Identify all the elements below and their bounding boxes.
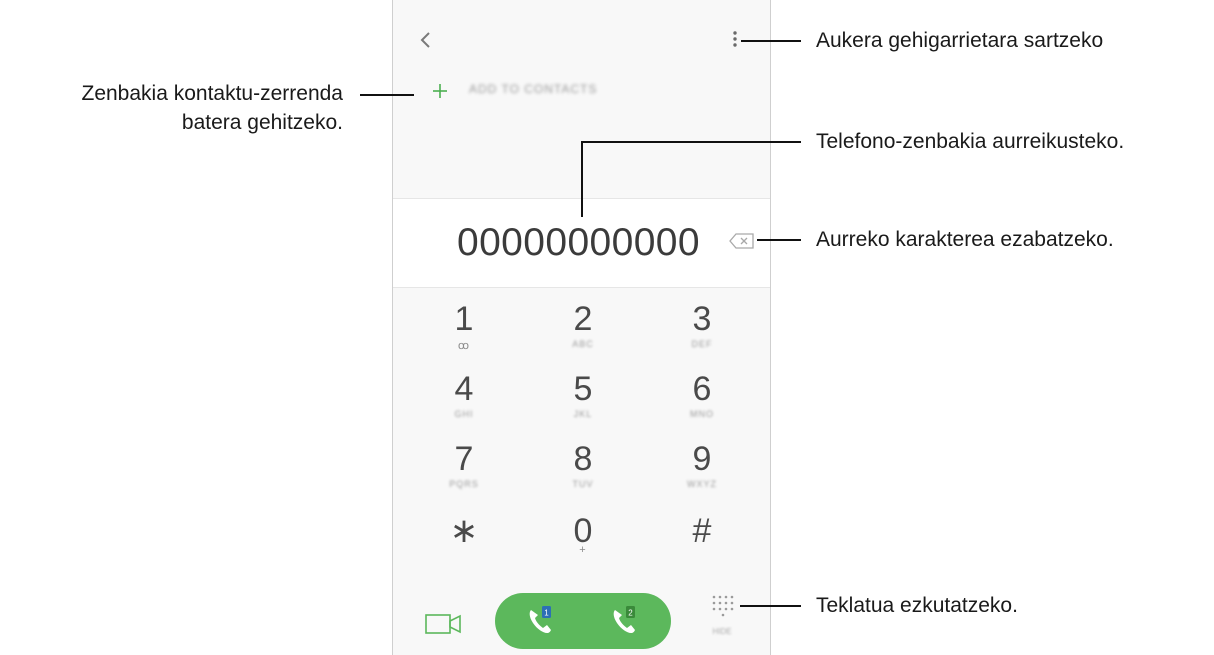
callout-preview-number: Telefono-zenbakia aurreikusteko. [816, 130, 1125, 153]
preview-number-leader-h [581, 141, 801, 143]
key-hash[interactable]: # [647, 498, 757, 564]
key-letters: ABC [572, 339, 594, 349]
plus-icon [433, 84, 447, 98]
add-to-contacts-button[interactable] [427, 78, 453, 104]
callout-more-options: Aukera gehigarrietara sartzeko [816, 29, 1104, 52]
key-8[interactable]: 8 TUV [528, 426, 638, 492]
hide-keypad-button[interactable]: HIDE [707, 592, 737, 648]
video-camera-icon [425, 614, 461, 634]
backspace-button[interactable] [729, 232, 755, 250]
keypad-grid-icon [712, 595, 734, 617]
key-digit: 7 [454, 440, 474, 478]
key-star[interactable]: ∗ [409, 498, 519, 564]
key-digit: 9 [692, 440, 712, 478]
key-digit: 6 [692, 370, 712, 408]
key-letters: MNO [690, 409, 714, 419]
video-call-button[interactable] [423, 610, 467, 640]
add-contact-leader [360, 94, 414, 96]
back-arrow-icon [420, 32, 430, 48]
key-letters: + [579, 544, 587, 556]
key-digit: 8 [573, 440, 593, 478]
voicemail-icon: ꝏ [457, 340, 471, 352]
key-letters: TUV [572, 479, 594, 489]
key-digit: 2 [573, 300, 593, 338]
key-7[interactable]: 7 PQRS [409, 426, 519, 492]
hide-keypad-leader [740, 605, 801, 607]
key-digit: # [692, 512, 712, 550]
callout-add-contact-line2: batera gehitzeko. [181, 111, 343, 134]
phone-icon: 2 [613, 606, 635, 633]
call-sim1-button[interactable]: 1 [523, 603, 559, 639]
back-button[interactable] [415, 26, 439, 54]
preview-number-leader-v [581, 141, 583, 217]
key-letters: JKL [573, 409, 593, 419]
key-digit: 1 [454, 300, 474, 338]
call-buttons-group: 1 2 [495, 593, 671, 649]
key-0[interactable]: 0 + [528, 498, 638, 564]
sim1-badge: 1 [544, 609, 549, 618]
phone-number: 00000000000 [457, 221, 700, 264]
key-2[interactable]: 2 ABC [528, 286, 638, 352]
key-5[interactable]: 5 JKL [528, 356, 638, 422]
call-bar: 1 2 HIDE [393, 580, 770, 655]
key-9[interactable]: 9 WXYZ [647, 426, 757, 492]
key-letters: GHI [454, 409, 474, 419]
more-options-leader [741, 40, 801, 42]
callout-add-contact-line1: Zenbakia kontaktu-zerrenda [81, 82, 344, 105]
key-3[interactable]: 3 DEF [647, 286, 757, 352]
callout-hide-keypad: Teklatua ezkutatzeko. [816, 594, 1018, 617]
delete-char-leader [757, 239, 801, 241]
key-digit: 5 [573, 370, 593, 408]
key-digit: 4 [454, 370, 474, 408]
callout-delete-char: Aurreko karakterea ezabatzeko. [816, 228, 1114, 251]
phone-screen: ADD TO CONTACTS 00000000000 1ꝏ 2 ABC 3 DEF… [392, 0, 771, 655]
key-digit: ∗ [449, 512, 479, 550]
key-digit: 3 [692, 300, 712, 338]
phone-icon: 1 [529, 606, 551, 633]
hide-keypad-label: HIDE [712, 627, 732, 636]
add-to-contacts-label[interactable]: ADD TO CONTACTS [469, 82, 597, 96]
key-letters: WXYZ [687, 479, 717, 489]
key-letters: PQRS [449, 479, 479, 489]
key-1[interactable]: 1ꝏ [409, 286, 519, 352]
key-letters: DEF [691, 339, 713, 349]
key-4[interactable]: 4 GHI [409, 356, 519, 422]
call-sim2-button[interactable]: 2 [607, 603, 643, 639]
key-6[interactable]: 6 MNO [647, 356, 757, 422]
backspace-icon [729, 233, 754, 249]
sim2-badge: 2 [628, 609, 633, 618]
